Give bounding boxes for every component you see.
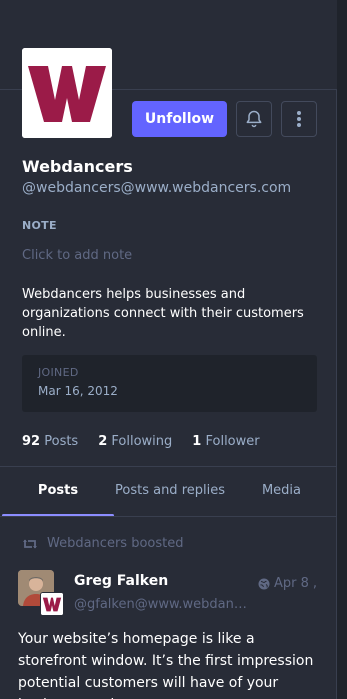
divider — [0, 516, 337, 517]
more-vertical-icon — [297, 111, 301, 127]
post-date: Apr 8 — [274, 576, 309, 591]
tab-media[interactable]: Media — [226, 467, 337, 517]
following-count-label: Following — [111, 434, 173, 449]
post-timestamp[interactable]: Apr 8, — [258, 576, 317, 591]
joined-label: JOINED — [38, 366, 79, 379]
joined-field: JOINED Mar 16, 2012 — [22, 355, 317, 412]
boosted-by-text[interactable]: Webdancers boosted — [47, 536, 183, 551]
note-label: NOTE — [22, 219, 57, 232]
tab-posts[interactable]: Posts — [2, 467, 114, 517]
note-input[interactable]: Click to add note — [22, 248, 132, 263]
posts-count-link[interactable]: 92 Posts — [22, 434, 78, 449]
profile-stats: 92 Posts 2 Following 1 Follower — [22, 434, 260, 449]
booster-avatar — [40, 592, 64, 616]
post-author-name[interactable]: Greg Falken — [74, 573, 168, 589]
posts-count: 92 — [22, 434, 41, 449]
posts-count-label: Posts — [44, 434, 79, 449]
boost-icon — [23, 539, 37, 548]
joined-date: Mar 16, 2012 — [38, 384, 118, 398]
following-count-link[interactable]: 2 Following — [98, 434, 172, 449]
followers-count-link[interactable]: 1 Follower — [192, 434, 259, 449]
bell-icon — [246, 110, 262, 128]
webdancers-logo — [41, 593, 63, 615]
profile-column: Unfollow Webdancers @webdancers@www.webd… — [0, 0, 337, 699]
globe-icon — [258, 578, 270, 589]
post-content: Your website’s homepage is like a storef… — [18, 631, 314, 699]
post-author-handle[interactable]: @gfalken@www.webdancers.com — [74, 597, 249, 612]
followers-count-label: Follower — [205, 434, 260, 449]
profile-bio: Webdancers helps businesses and organiza… — [22, 287, 304, 340]
webdancers-logo — [22, 48, 112, 138]
notify-button[interactable] — [236, 101, 272, 137]
profile-tabs: Posts Posts and replies Media — [0, 467, 337, 517]
scrollbar[interactable] — [337, 0, 347, 699]
more-options-button[interactable] — [281, 101, 317, 137]
unfollow-button[interactable]: Unfollow — [132, 101, 227, 137]
account-handle: @webdancers@www.webdancers.com — [22, 180, 292, 196]
boost-indicator: Webdancers boosted — [22, 536, 183, 551]
post-author-avatar[interactable] — [18, 570, 64, 616]
profile-avatar[interactable] — [22, 48, 112, 138]
following-count: 2 — [98, 434, 108, 449]
display-name: Webdancers — [22, 157, 133, 176]
tab-posts-and-replies[interactable]: Posts and replies — [114, 467, 226, 517]
followers-count: 1 — [192, 434, 202, 449]
post-date-suffix: , — [312, 576, 318, 591]
